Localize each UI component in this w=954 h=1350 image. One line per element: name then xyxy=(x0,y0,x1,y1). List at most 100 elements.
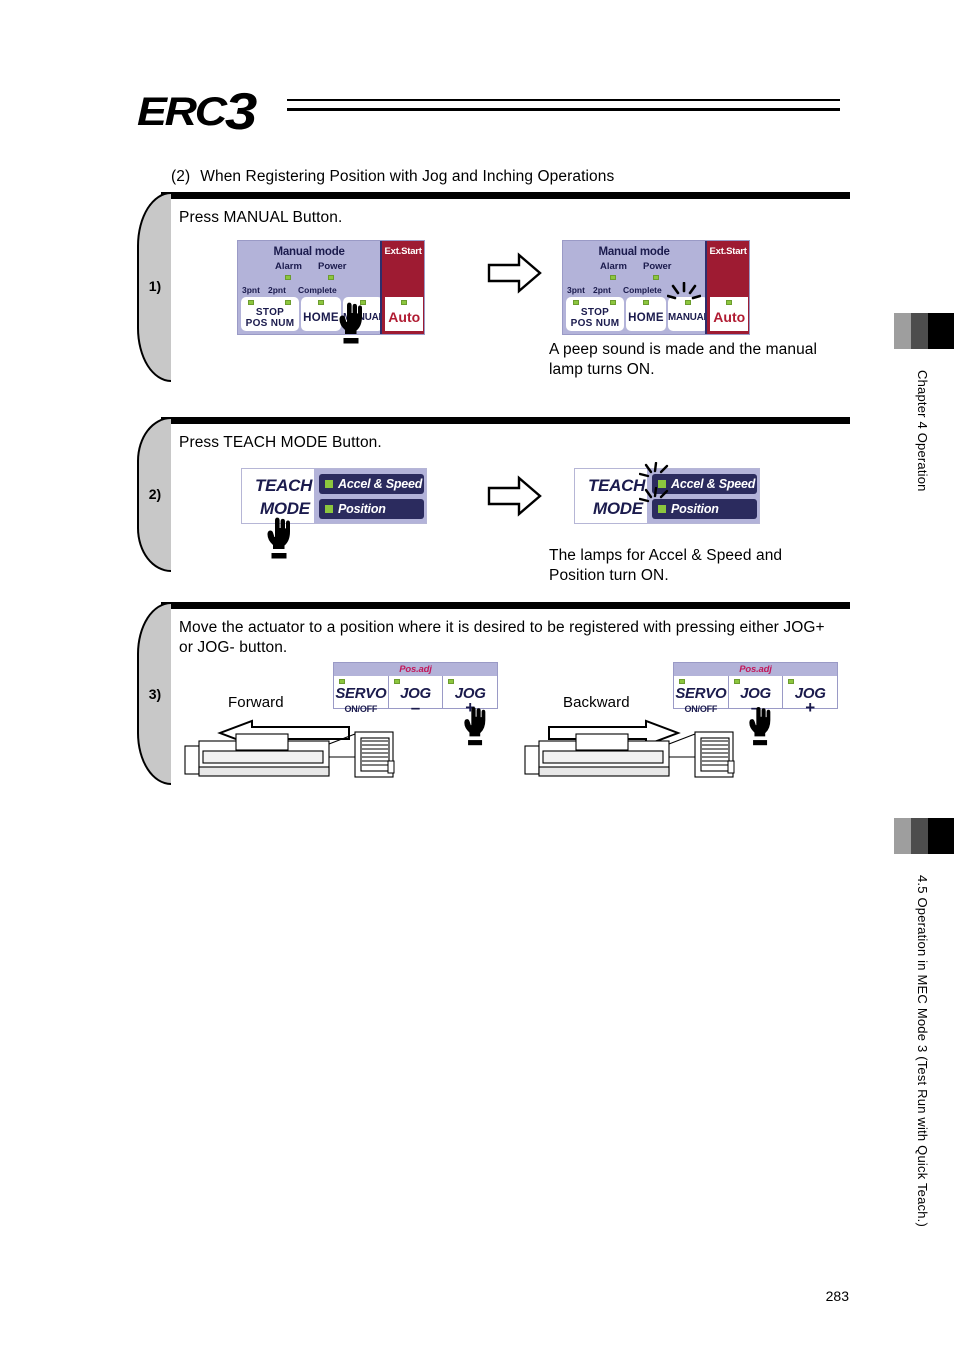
step-2-marker-label: 2) xyxy=(148,486,162,502)
stop-led-icon-right-after xyxy=(610,300,616,305)
jog-plus-sign-backward: + xyxy=(805,698,816,717)
jog-panel-header-forward: Pos.adj xyxy=(334,663,497,676)
servo-label-forward: SERVO xyxy=(335,685,387,702)
stop-led-icon-left xyxy=(248,300,254,305)
jog-minus-led-icon-backward xyxy=(733,679,740,684)
jog-minus-button-forward[interactable]: JOG – xyxy=(389,676,444,716)
hand-cursor-icon-manual xyxy=(339,302,362,344)
alarm-label: Alarm xyxy=(275,261,302,272)
teach-mode-panel-before: TEACH MODE Accel & Speed Position xyxy=(241,468,427,524)
pos-adj-label-backward: Pos.adj xyxy=(739,664,772,675)
power-led-icon-after xyxy=(653,275,659,280)
jog-minus-led-icon-forward xyxy=(393,679,400,684)
swatch-dark-gray xyxy=(911,313,928,349)
accel-speed-chip[interactable]: Accel & Speed xyxy=(319,474,424,494)
auto-led-icon xyxy=(401,300,408,305)
sidebar-chapter-label: Chapter 4 Operation xyxy=(915,370,930,492)
stop-button-label-line1-after: STOP xyxy=(580,307,610,318)
hand-cursor-icon-jog-minus xyxy=(749,707,771,746)
accel-speed-led-icon xyxy=(325,480,333,488)
jog-plus-led-icon-forward xyxy=(448,679,455,684)
stop-button-label-line2: POS NUM xyxy=(245,318,295,329)
swatch-dark-gray-2 xyxy=(911,818,928,854)
step-block-1: 1) Press MANUAL Button. Manual mode Alar… xyxy=(137,192,850,384)
accel-speed-label: Accel & Speed xyxy=(338,477,423,491)
teach-word-bottom: MODE xyxy=(260,499,310,518)
manual-mode-panel-before: Manual mode Alarm Power 3pnt 2pnt Comple… xyxy=(237,240,425,335)
section-title-text: When Registering Position with Jog and I… xyxy=(200,168,615,185)
position-chip[interactable]: Position xyxy=(319,499,424,519)
stop-button-label-line1: STOP xyxy=(255,307,285,318)
home-button[interactable]: HOME xyxy=(301,297,341,331)
section-title: (2) When Registering Position with Jog an… xyxy=(171,168,614,186)
accel-speed-label-after: Accel & Speed xyxy=(671,477,756,491)
header-rule-lines xyxy=(287,99,840,115)
logo-number: 3 xyxy=(224,83,257,141)
stop-pos-num-button[interactable]: STOP POS NUM xyxy=(241,297,299,331)
label-complete: Complete xyxy=(298,285,337,295)
manual-lamp-names-after: Alarm Power xyxy=(563,261,705,280)
actuator-illustration-backward xyxy=(524,731,735,778)
swatch-light-gray xyxy=(894,313,911,349)
backward-direction-label: Backward xyxy=(563,694,630,711)
step-3-topbar xyxy=(161,602,850,609)
jog-plus-button-forward[interactable]: JOG + xyxy=(443,676,497,716)
step-2-result-text: The lamps for Accel & Speed and Position… xyxy=(549,547,783,584)
position-label: Position xyxy=(338,502,386,516)
step-1-result-text: A peep sound is made and the manual lamp… xyxy=(549,341,818,378)
auto-button-after[interactable]: Auto xyxy=(710,297,749,331)
manual-mode-title-after: Manual mode xyxy=(598,246,670,258)
swatch-black-2 xyxy=(928,818,954,854)
step-3-instruction: Move the actuator to a position where it… xyxy=(179,619,825,656)
home-button-label-after: HOME xyxy=(628,312,664,324)
step-1-marker-label: 1) xyxy=(148,278,162,294)
jog-minus-sign-forward: – xyxy=(410,698,421,717)
step-block-2: 2) Press TEACH MODE Button. TEACH MODE A… xyxy=(137,417,850,584)
stop-led-icon-left-after xyxy=(573,300,579,305)
flow-arrow-icon-step1 xyxy=(487,252,542,294)
alarm-label-after: Alarm xyxy=(600,261,627,272)
blink-flash-icon-position xyxy=(639,487,669,503)
servo-led-icon-forward xyxy=(339,679,345,684)
home-button-label: HOME xyxy=(303,312,339,324)
servo-onoff-button-forward[interactable]: SERVO ON/OFF xyxy=(334,676,389,714)
label-2pnt-after: 2pnt xyxy=(593,285,611,295)
power-label: Power xyxy=(318,261,347,272)
actuator-illustration-forward xyxy=(184,731,395,778)
header-rule-top xyxy=(287,99,840,101)
manual-button-label-after: MANUAL xyxy=(668,312,710,323)
servo-sub-label-backward: ON/OFF xyxy=(684,704,718,714)
home-led-icon xyxy=(318,300,324,305)
home-led-icon-after xyxy=(643,300,649,305)
jog-plus-led-icon-backward xyxy=(788,679,795,684)
stop-pos-num-button-after[interactable]: STOP POS NUM xyxy=(566,297,624,331)
sidebar-swatch-section xyxy=(894,818,954,854)
jog-plus-button-backward[interactable]: JOG + xyxy=(783,676,837,716)
ext-start-label-after: Ext.Start xyxy=(709,246,747,257)
jog-cells-forward: SERVO ON/OFF JOG – JOG + xyxy=(334,676,497,716)
erc3-logo: ERC3 xyxy=(137,86,287,138)
jog-minus-button-backward[interactable]: JOG – xyxy=(729,676,784,716)
servo-onoff-button-backward[interactable]: SERVO ON/OFF xyxy=(674,676,729,714)
teach-mode-panel-after: TEACH MODE Accel & Speed Position xyxy=(574,462,760,524)
auto-button-label-after: Auto xyxy=(713,309,746,325)
step-1-instruction: Press MANUAL Button. xyxy=(179,209,343,226)
manual-sublabels-before: 3pnt 2pnt Complete xyxy=(238,285,380,297)
power-label-after: Power xyxy=(643,261,672,272)
hand-cursor-icon-teach-mode xyxy=(267,517,290,559)
page-number: 283 xyxy=(825,1288,849,1304)
step-block-3: 3) Move the actuator to a position where… xyxy=(137,602,850,787)
step-3-marker-label: 3) xyxy=(148,686,162,702)
logo-text: ERC3 xyxy=(137,86,305,138)
auto-led-icon-after xyxy=(726,300,733,305)
label-2pnt: 2pnt xyxy=(268,285,286,295)
forward-direction-label: Forward xyxy=(228,694,284,711)
ext-start-section-before: Ext.Start Auto xyxy=(380,241,424,334)
position-led-icon xyxy=(325,505,333,513)
logo-prefix: ERC xyxy=(137,90,227,134)
header-rule-bottom xyxy=(287,108,840,111)
blink-flash-icon-manual xyxy=(667,282,701,300)
alarm-led-icon xyxy=(285,275,291,280)
auto-button[interactable]: Auto xyxy=(385,297,424,331)
home-button-after[interactable]: HOME xyxy=(626,297,666,331)
